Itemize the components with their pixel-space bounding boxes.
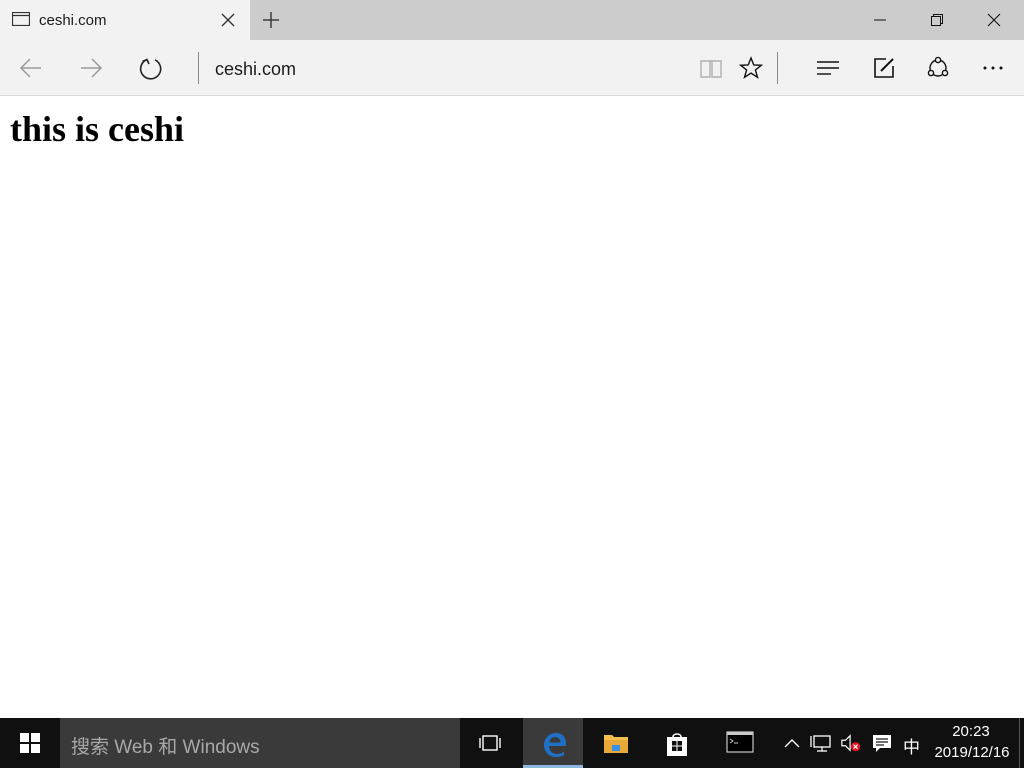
more-button[interactable]: [977, 52, 1009, 84]
favorite-button[interactable]: [735, 52, 767, 84]
star-icon: [739, 56, 763, 79]
web-note-button[interactable]: [868, 52, 900, 84]
forward-button[interactable]: [75, 52, 107, 84]
reading-view-button[interactable]: [695, 52, 727, 84]
action-center-icon[interactable]: [871, 732, 893, 754]
restore-icon: [931, 14, 943, 26]
taskbar-edge[interactable]: [523, 718, 583, 768]
taskbar-store[interactable]: [647, 718, 707, 768]
restore-button[interactable]: [909, 0, 966, 40]
page-content: this is ceshi: [0, 96, 1024, 718]
clock-date[interactable]: 2019/12/16: [928, 744, 1016, 761]
taskbar: 搜索 Web 和 Windows 中 20:23 2019/12/16: [0, 718, 1024, 768]
tab-ceshi[interactable]: ceshi.com: [0, 0, 250, 40]
store-icon: [667, 733, 687, 756]
taskbar-command-prompt[interactable]: [708, 718, 768, 768]
page-icon: [12, 12, 30, 26]
arrow-left-icon: [19, 58, 41, 78]
refresh-button[interactable]: [135, 52, 167, 84]
reading-view-icon: [700, 60, 722, 78]
start-button[interactable]: [0, 718, 60, 768]
tab-title: ceshi.com: [39, 12, 107, 29]
show-desktop-button[interactable]: [1019, 718, 1024, 768]
network-icon[interactable]: [810, 732, 832, 754]
back-button[interactable]: [15, 52, 47, 84]
address-divider: [198, 52, 199, 84]
windows-logo-icon: [20, 733, 40, 753]
navigation-bar: ceshi.com: [0, 40, 1024, 96]
refresh-icon: [139, 58, 162, 80]
new-tab-icon[interactable]: [260, 9, 282, 31]
web-note-icon: [874, 58, 894, 78]
minimize-button[interactable]: [852, 0, 909, 40]
task-view-icon: [479, 735, 501, 751]
close-window-button[interactable]: [966, 0, 1023, 40]
minimize-icon: [874, 19, 886, 21]
command-prompt-icon: [726, 731, 754, 753]
taskbar-search[interactable]: 搜索 Web 和 Windows: [60, 718, 460, 768]
task-view-button[interactable]: [460, 718, 520, 768]
toolbar-divider: [777, 52, 778, 84]
clock-time[interactable]: 20:23: [930, 723, 1012, 740]
chevron-up-icon[interactable]: [781, 732, 803, 754]
hub-icon: [817, 61, 839, 75]
title-bar: ceshi.com: [0, 0, 1024, 40]
volume-muted-icon[interactable]: [840, 732, 862, 754]
taskbar-file-explorer[interactable]: [585, 718, 645, 768]
close-tab-icon[interactable]: [218, 10, 238, 30]
more-icon: [983, 66, 1003, 70]
file-explorer-icon: [604, 735, 628, 753]
search-placeholder: 搜索 Web 和 Windows: [71, 737, 260, 758]
hub-button[interactable]: [812, 52, 844, 84]
address-bar[interactable]: ceshi.com: [215, 59, 296, 80]
ime-indicator[interactable]: 中: [903, 733, 920, 758]
arrow-right-icon: [81, 58, 103, 78]
page-heading: this is ceshi: [10, 109, 185, 149]
share-icon: [927, 56, 949, 77]
close-icon: [987, 13, 1001, 27]
edge-icon: [544, 733, 566, 757]
share-button[interactable]: [922, 52, 954, 84]
